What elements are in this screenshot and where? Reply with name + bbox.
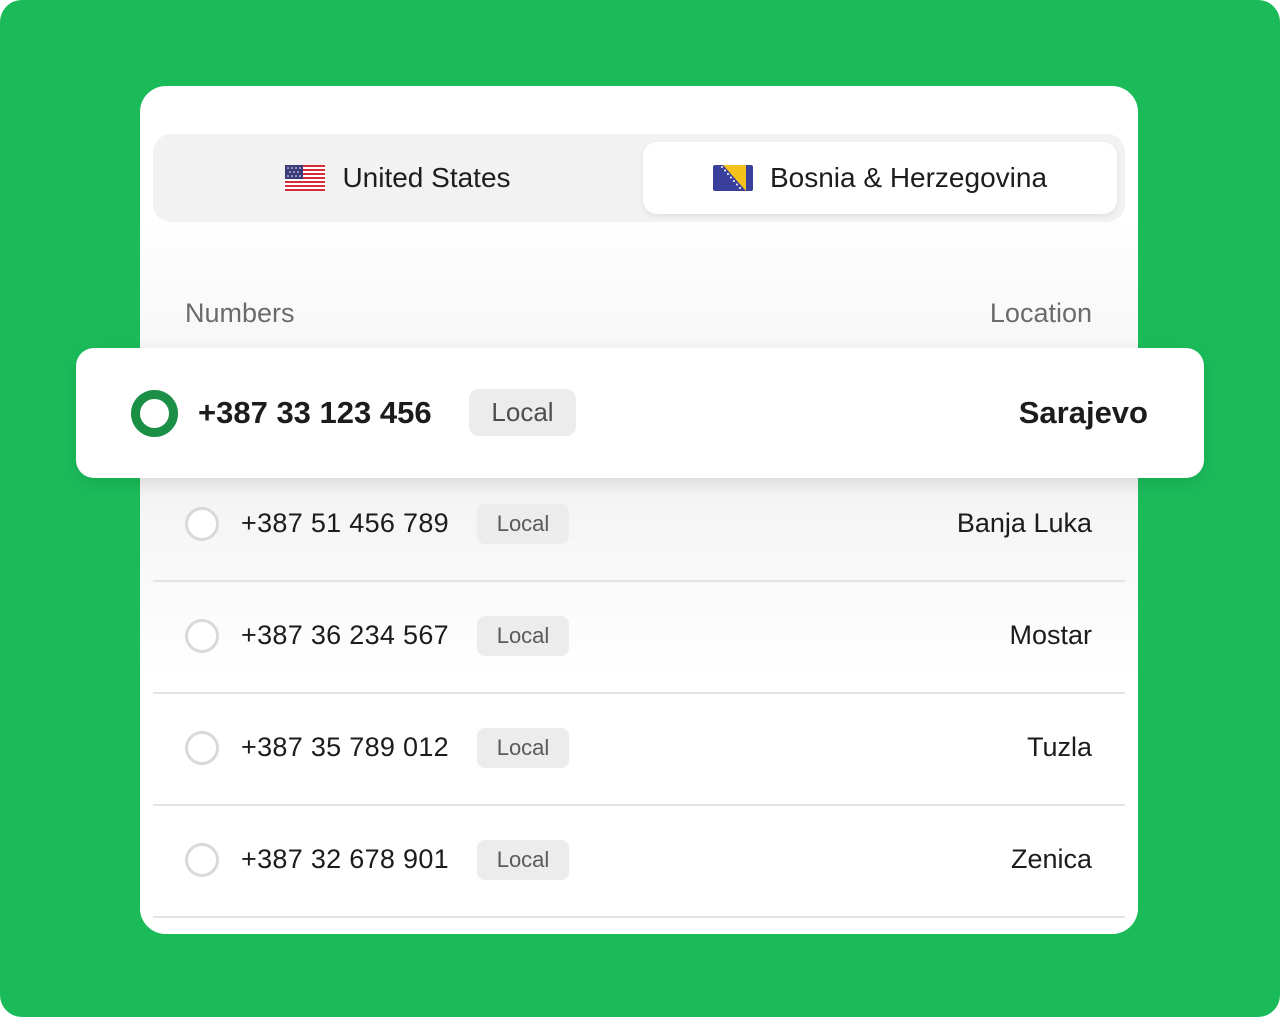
location-label: Tuzla <box>1026 732 1092 762</box>
number-type-badge: Local <box>469 389 576 436</box>
location-label: Zenica <box>1010 844 1092 874</box>
number-picker-card: United States Bosnia & Herzegovina Numbe… <box>140 86 1138 934</box>
number-row[interactable]: +387 35 789 012 Local Tuzla <box>153 694 1125 806</box>
radio-button[interactable] <box>185 731 219 765</box>
radio-button[interactable] <box>185 507 219 541</box>
ba-flag-icon <box>712 165 753 191</box>
location-label: Mostar <box>1009 620 1092 650</box>
number-row[interactable]: +387 32 678 901 Local Zenica <box>153 806 1125 918</box>
country-tabs: United States Bosnia & Herzegovina <box>153 134 1125 222</box>
location-label: Banja Luka <box>956 508 1092 538</box>
phone-number: +387 33 123 456 <box>198 395 432 430</box>
radio-button[interactable] <box>185 843 219 877</box>
phone-number: +387 51 456 789 <box>241 508 449 538</box>
number-type-badge: Local <box>477 504 569 544</box>
location-column-header: Location <box>989 298 1092 328</box>
selected-number-row[interactable]: +387 33 123 456 Local Sarajevo <box>76 348 1204 478</box>
tab-bosnia-herzegovina[interactable]: Bosnia & Herzegovina <box>643 142 1117 214</box>
selected-radio-button[interactable] <box>131 390 178 437</box>
numbers-column-header: Numbers <box>185 298 295 328</box>
tab-label: United States <box>342 162 511 193</box>
location-label: Sarajevo <box>1018 395 1148 430</box>
radio-button[interactable] <box>185 619 219 653</box>
number-type-badge: Local <box>477 728 569 768</box>
phone-number: +387 36 234 567 <box>241 620 449 650</box>
tab-united-states[interactable]: United States <box>161 142 635 214</box>
phone-number: +387 35 789 012 <box>241 732 449 762</box>
number-type-badge: Local <box>477 616 569 656</box>
phone-number: +387 32 678 901 <box>241 844 449 874</box>
us-flag-icon <box>285 165 326 191</box>
number-row[interactable]: +387 36 234 567 Local Mostar <box>153 582 1125 694</box>
number-type-badge: Local <box>477 840 569 880</box>
tab-label: Bosnia & Herzegovina <box>769 162 1048 193</box>
number-row[interactable]: +387 51 456 789 Local Banja Luka <box>153 470 1125 582</box>
